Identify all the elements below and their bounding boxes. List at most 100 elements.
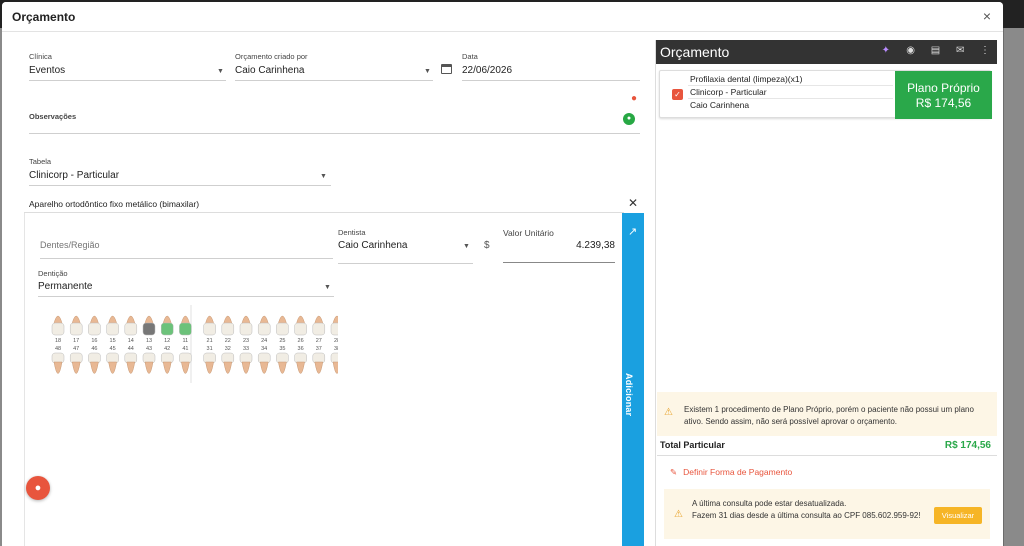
tooth-root[interactable] — [181, 361, 190, 374]
clinica-select[interactable]: Eventos — [29, 65, 65, 76]
visualizar-button[interactable]: Visualizar — [934, 507, 982, 524]
tabela-select[interactable]: Clinicorp - Particular — [29, 170, 119, 181]
mic-fab-button[interactable]: ● — [26, 476, 50, 500]
payment-link[interactable]: ✎ Definir Forma de Pagamento — [670, 467, 792, 478]
dentes-regiao-input[interactable] — [40, 236, 330, 254]
tooth-root[interactable] — [332, 361, 342, 374]
total-value: R$ 174,56 — [944, 440, 991, 451]
tooth-crown[interactable] — [88, 352, 101, 364]
tooth-crown[interactable] — [312, 352, 326, 364]
tooth-crown[interactable] — [203, 322, 216, 336]
tooth-crown[interactable] — [51, 352, 65, 364]
chevron-down-icon[interactable]: ▼ — [463, 243, 470, 250]
item-checkbox[interactable]: ✓ — [672, 89, 683, 100]
tooth-crown[interactable] — [294, 322, 307, 336]
denticao-select[interactable]: Permanente — [38, 281, 92, 292]
valor-label: Valor Unitário — [503, 228, 554, 238]
dentista-select[interactable]: Caio Carinhena — [338, 240, 408, 251]
mic-icon[interactable]: ● — [631, 93, 637, 104]
tooth-root[interactable] — [259, 361, 269, 374]
tooth-number: 26 — [298, 338, 304, 344]
tooth-number: 42 — [164, 346, 170, 352]
tooth-crown[interactable] — [106, 352, 119, 364]
tooth-crown[interactable] — [257, 322, 271, 336]
close-icon[interactable]: × — [983, 8, 991, 24]
tooth-root[interactable] — [296, 361, 305, 374]
odontogram[interactable]: 18 17 16 15 14 13 12 11 21 22 23 24 25 26 27 28 48 47 46 45… — [48, 305, 344, 385]
tooth-root[interactable] — [53, 361, 63, 374]
tooth-crown[interactable] — [142, 322, 156, 336]
tooth-root[interactable] — [71, 361, 81, 374]
tooth-crown[interactable] — [276, 322, 289, 336]
tooth-root[interactable] — [144, 361, 154, 374]
tooth-crown[interactable] — [88, 322, 101, 336]
procedure-panel-border — [24, 212, 624, 213]
tooth-crown[interactable] — [257, 352, 271, 364]
tooth-root[interactable] — [314, 361, 324, 374]
adicionar-label: Adicionar — [624, 373, 634, 417]
tooth-crown[interactable] — [330, 352, 344, 364]
tooth-crown[interactable] — [239, 352, 253, 364]
chevron-down-icon[interactable]: ▼ — [324, 284, 331, 291]
teeth-svg[interactable]: 18 17 16 15 14 13 12 11 21 22 23 24 25 26 27 28 48 47 46 45… — [48, 305, 344, 385]
tooth-root[interactable] — [108, 361, 117, 374]
more-icon[interactable]: ⋮ — [979, 45, 991, 56]
tooth-crown[interactable] — [203, 352, 216, 364]
tooth-crown[interactable] — [106, 322, 119, 336]
tooth-number: 21 — [207, 338, 213, 344]
tooth-crown[interactable] — [51, 322, 65, 336]
tooth-crown[interactable] — [69, 322, 83, 336]
tooth-root[interactable] — [126, 361, 136, 374]
sparkle-icon[interactable]: ✦ — [880, 45, 892, 56]
tooth-root[interactable] — [205, 361, 214, 374]
tooth-number: 16 — [91, 338, 97, 344]
data-input[interactable]: 22/06/2026 — [462, 65, 512, 76]
tooth-root[interactable] — [90, 361, 99, 374]
tooth-crown[interactable] — [142, 352, 156, 364]
chevron-down-icon[interactable]: ▼ — [320, 173, 327, 180]
consulta-warning-line1: A última consulta pode estar desatualiza… — [692, 499, 847, 508]
warning-icon: ⚠ — [664, 407, 673, 418]
valor-input[interactable]: 4.239,38 — [503, 240, 615, 251]
tooth-crown[interactable] — [276, 352, 289, 364]
eye-icon[interactable]: ◉ — [905, 45, 917, 56]
tooth-crown[interactable] — [124, 322, 138, 336]
tooth-root[interactable] — [241, 361, 251, 374]
plan-warning: ⚠ Existem 1 procedimento de Plano Própri… — [657, 392, 997, 436]
tooth-crown[interactable] — [312, 322, 326, 336]
tooth-crown[interactable] — [160, 322, 174, 336]
tooth-root[interactable] — [223, 361, 233, 374]
tooth-crown[interactable] — [124, 352, 138, 364]
payment-label: Definir Forma de Pagamento — [683, 467, 793, 477]
print-icon[interactable]: ▤ — [929, 45, 941, 56]
chevron-down-icon[interactable]: ▼ — [217, 68, 224, 75]
tooth-number: 38 — [334, 346, 338, 352]
tooth-crown[interactable] — [330, 322, 344, 336]
tooth-crown[interactable] — [239, 322, 253, 336]
chevron-down-icon[interactable]: ▼ — [424, 68, 431, 75]
tooth-crown[interactable] — [294, 352, 307, 364]
tooth-crown[interactable] — [69, 352, 83, 364]
tooth-root[interactable] — [162, 361, 172, 374]
consulta-warning: ⚠ A última consulta pode estar desatuali… — [664, 489, 990, 539]
tooth-crown[interactable] — [179, 322, 192, 336]
tooth-crown[interactable] — [221, 352, 235, 364]
observacoes-input[interactable] — [29, 133, 640, 134]
dentes-underline — [40, 258, 333, 259]
tooth-number: 44 — [128, 346, 134, 352]
tooth-number: 47 — [73, 346, 79, 352]
budget-item-card[interactable]: ✓ Profilaxia dental (limpeza)(x1) Clinic… — [659, 70, 992, 119]
tooth-crown[interactable] — [221, 322, 235, 336]
plan-value: R$ 174,56 — [915, 96, 972, 110]
valor-underline — [503, 262, 615, 263]
tooth-root[interactable] — [278, 361, 287, 374]
close-procedure-icon[interactable]: ✕ — [628, 196, 638, 210]
mail-icon[interactable]: ✉ — [954, 45, 966, 56]
adicionar-button[interactable]: ↗ Adicionar — [622, 213, 644, 546]
tooth-crown[interactable] — [160, 352, 174, 364]
criado-por-select[interactable]: Caio Carinhena — [235, 65, 305, 76]
tooth-crown[interactable] — [179, 352, 192, 364]
calendar-icon[interactable] — [441, 64, 452, 74]
expand-arrow-icon[interactable]: ↗ — [628, 225, 637, 238]
bot-icon[interactable]: ● — [623, 113, 635, 125]
